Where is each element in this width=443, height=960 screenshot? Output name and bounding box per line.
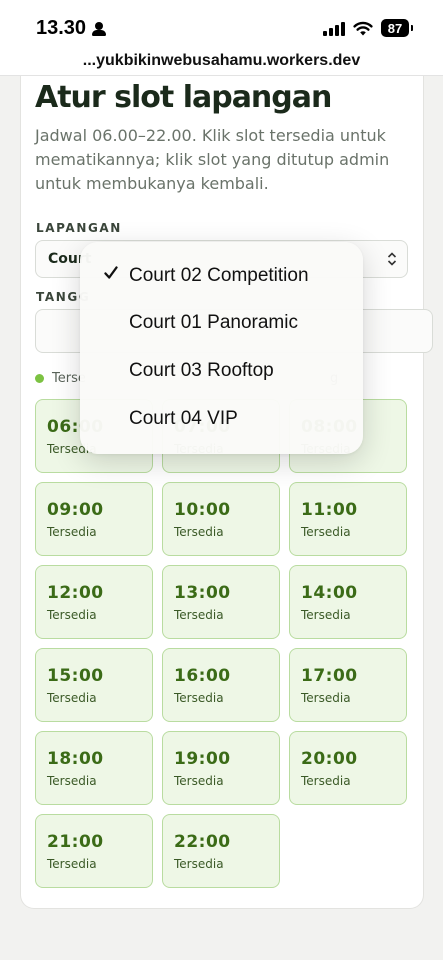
battery-level: 87 xyxy=(387,20,403,36)
slot-status: Tersedia xyxy=(174,525,224,539)
slot-tile[interactable]: 20:00 Tersedia xyxy=(289,731,407,805)
dropdown-option-label: Court 04 VIP xyxy=(129,408,238,429)
wifi-icon xyxy=(353,21,373,35)
person-icon xyxy=(92,21,107,36)
slot-time: 21:00 xyxy=(47,832,104,852)
slot-time: 14:00 xyxy=(301,583,358,603)
status-time: 13.30 xyxy=(36,17,107,40)
slot-tile[interactable]: 12:00 Tersedia xyxy=(35,565,153,639)
slot-tile[interactable]: 11:00 Tersedia xyxy=(289,482,407,556)
slot-time: 09:00 xyxy=(47,500,104,520)
slot-status: Tersedia xyxy=(47,525,97,539)
page-description: Jadwal 06.00–22.00. Klik slot tersedia u… xyxy=(35,126,390,193)
signal-icon xyxy=(323,20,345,36)
slot-tile[interactable]: 13:00 Tersedia xyxy=(162,565,280,639)
chevron-updown-icon xyxy=(387,251,397,267)
dropdown-option-court-02[interactable]: Court 02 Competition xyxy=(80,255,363,299)
slot-tile[interactable]: 21:00 Tersedia xyxy=(35,814,153,888)
slot-tile[interactable]: 15:00 Tersedia xyxy=(35,648,153,722)
slot-tile[interactable]: 17:00 Tersedia xyxy=(289,648,407,722)
slot-time: 17:00 xyxy=(301,666,358,686)
dropdown-option-court-01[interactable]: Court 01 Panoramic xyxy=(80,302,363,346)
slot-time: 11:00 xyxy=(301,500,358,520)
status-bar: 13.30 87 xyxy=(0,0,443,52)
court-label: LAPANGAN xyxy=(36,221,122,235)
slot-status: Tersedia xyxy=(301,774,351,788)
slot-status: Tersedia xyxy=(47,608,97,622)
dropdown-option-label: Court 03 Rooftop xyxy=(129,360,274,381)
slot-tile[interactable]: 14:00 Tersedia xyxy=(289,565,407,639)
slot-time: 18:00 xyxy=(47,749,104,769)
slot-time: 19:00 xyxy=(174,749,231,769)
slot-status: Tersedia xyxy=(174,774,224,788)
dropdown-option-label: Court 01 Panoramic xyxy=(129,312,298,333)
system-icons: 87 xyxy=(323,19,413,37)
slot-tile[interactable]: 19:00 Tersedia xyxy=(162,731,280,805)
slot-tile[interactable]: 09:00 Tersedia xyxy=(35,482,153,556)
dropdown-option-label: Court 02 Competition xyxy=(129,265,309,286)
legend-available: Terse xyxy=(35,371,86,386)
slot-time: 10:00 xyxy=(174,500,231,520)
slot-status: Tersedia xyxy=(174,857,224,871)
url-bar[interactable]: ...yukbikinwebusahamu.workers.dev xyxy=(0,48,443,76)
battery-icon: 87 xyxy=(381,19,413,37)
slot-tile[interactable]: 22:00 Tersedia xyxy=(162,814,280,888)
slot-time: 13:00 xyxy=(174,583,231,603)
slot-time: 22:00 xyxy=(174,832,231,852)
slot-status: Tersedia xyxy=(301,608,351,622)
court-dropdown-menu: Court 02 Competition Court 01 Panoramic … xyxy=(80,242,363,454)
slot-tile[interactable]: 10:00 Tersedia xyxy=(162,482,280,556)
slot-status: Tersedia xyxy=(301,691,351,705)
legend-dot-available xyxy=(35,374,44,383)
slot-tile[interactable]: 18:00 Tersedia xyxy=(35,731,153,805)
clock-text: 13.30 xyxy=(36,17,87,39)
slot-time: 20:00 xyxy=(301,749,358,769)
dropdown-option-court-04[interactable]: Court 04 VIP xyxy=(80,398,363,442)
slot-status: Tersedia xyxy=(47,774,97,788)
checkmark-icon xyxy=(104,265,118,281)
slot-status: Tersedia xyxy=(174,691,224,705)
slot-status: Tersedia xyxy=(301,525,351,539)
dropdown-option-court-03[interactable]: Court 03 Rooftop xyxy=(80,350,363,394)
slot-time: 16:00 xyxy=(174,666,231,686)
slot-tile[interactable]: 16:00 Tersedia xyxy=(162,648,280,722)
slot-status: Tersedia xyxy=(47,691,97,705)
slot-status: Tersedia xyxy=(174,608,224,622)
slot-time: 12:00 xyxy=(47,583,104,603)
slot-status: Tersedia xyxy=(47,857,97,871)
page-title: Atur slot lapangan xyxy=(35,80,332,115)
slot-time: 15:00 xyxy=(47,666,104,686)
